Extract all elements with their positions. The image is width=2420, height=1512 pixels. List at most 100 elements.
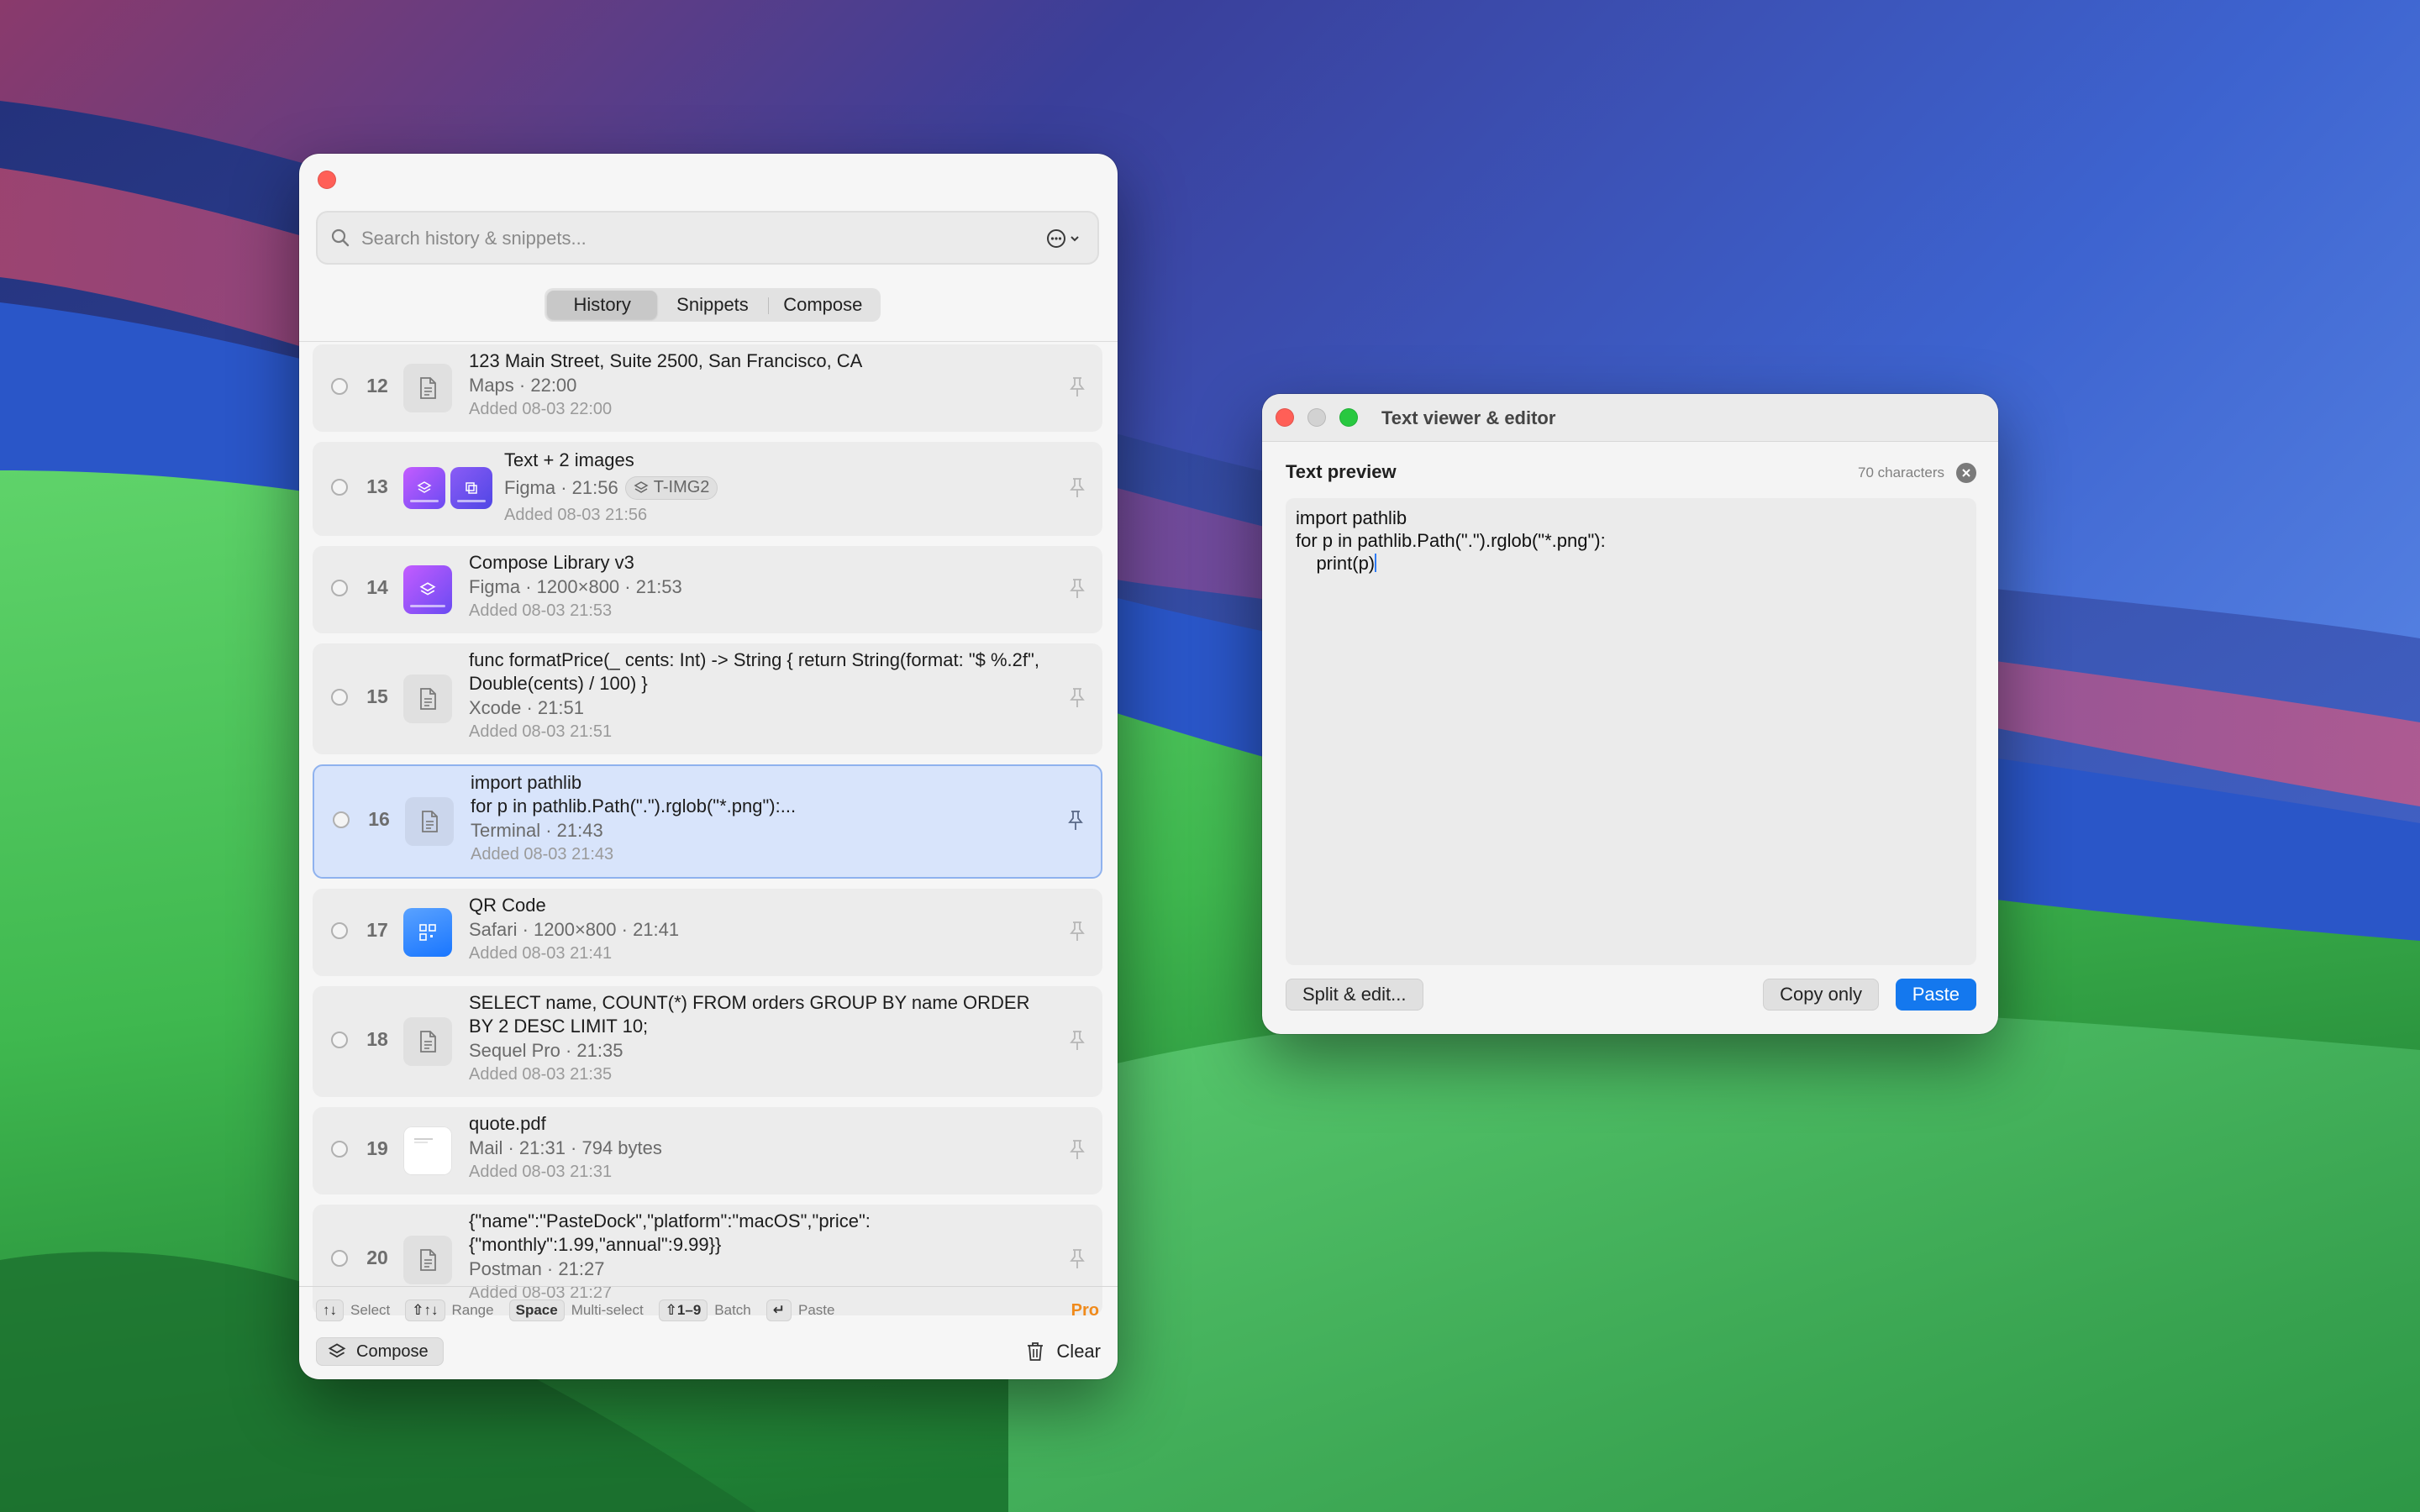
row-title-line1: import pathlib [471, 772, 582, 793]
chevron-down-icon [1071, 236, 1079, 242]
shortcut-key: ⇧↑↓ [405, 1299, 445, 1321]
row-number: 14 [366, 576, 388, 598]
row-meta: Xcode · 21:51 [469, 697, 584, 718]
shortcut-key: ↑↓ [316, 1299, 344, 1321]
shortcut-key: ⇧1–9 [658, 1299, 708, 1321]
row-title: {"name":"PasteDock","platform":"macOS","… [469, 1210, 871, 1255]
select-checkbox[interactable] [331, 689, 348, 706]
maximize-button[interactable] [1339, 408, 1358, 427]
section-title: Text preview [1286, 461, 1397, 482]
select-checkbox[interactable] [331, 1032, 348, 1048]
compose-button[interactable]: Compose [316, 1337, 444, 1366]
format-badge: T-IMG2 [624, 475, 718, 500]
tab-compose[interactable]: Compose [767, 291, 878, 319]
row-title: 123 Main Street, Suite 2500, San Francis… [469, 350, 863, 371]
minimize-button[interactable] [1307, 408, 1326, 427]
shortcut-label: Range [451, 1302, 494, 1318]
clear-text-button[interactable] [1956, 463, 1976, 483]
search-icon [331, 228, 350, 247]
copy-only-button[interactable]: Copy only [1763, 979, 1879, 1011]
row-meta: Postman · 21:27 [469, 1258, 605, 1279]
select-checkbox[interactable] [333, 811, 350, 828]
document-icon [403, 1017, 452, 1066]
editor-line: import pathlib [1296, 507, 1407, 528]
text-viewer-window: Text viewer & editor Text preview 70 cha… [1262, 394, 1998, 1034]
select-checkbox[interactable] [331, 1250, 348, 1267]
pin-icon[interactable] [1069, 578, 1086, 600]
pro-badge[interactable]: Pro [1071, 1301, 1099, 1320]
tab-history[interactable]: History [547, 291, 658, 319]
clear-button[interactable]: Clear [1026, 1336, 1101, 1367]
pin-icon[interactable] [1069, 687, 1086, 709]
row-added: Added 08-03 21:53 [469, 601, 613, 620]
history-row[interactable]: 19 quote.pdf Mail · 21:31 · 794 bytes Ad… [313, 1107, 1102, 1194]
text-editor[interactable]: import pathlib for p in pathlib.Path(".")… [1286, 498, 1976, 965]
row-meta: Terminal · 21:43 [471, 820, 603, 841]
editor-line: for p in pathlib.Path(".").rglob("*.png"… [1296, 530, 1606, 551]
select-checkbox[interactable] [331, 580, 348, 596]
select-checkbox[interactable] [331, 922, 348, 939]
image-thumbnail [450, 467, 492, 509]
row-title: quote.pdf [469, 1113, 546, 1134]
pin-icon[interactable] [1069, 477, 1086, 499]
character-count: 70 characters [1858, 465, 1944, 480]
row-number: 15 [366, 685, 388, 707]
pin-icon[interactable] [1069, 1139, 1086, 1161]
window-title: Text viewer & editor [1381, 407, 1556, 428]
row-meta: Sequel Pro · 21:35 [469, 1040, 623, 1061]
select-checkbox[interactable] [331, 1141, 348, 1158]
image-thumbnail [403, 565, 452, 614]
history-row[interactable]: 18 SELECT name, COUNT(*) FROM orders GRO… [313, 986, 1102, 1097]
paste-button[interactable]: Paste [1895, 979, 1976, 1011]
row-number: 12 [366, 375, 388, 396]
search-input[interactable] [360, 219, 1018, 258]
pin-icon[interactable] [1069, 1248, 1086, 1270]
shortcut-label: Select [350, 1302, 391, 1318]
row-meta: Mail · 21:31 · 794 bytes [469, 1137, 662, 1158]
history-row[interactable]: 15 func formatPrice(_ cents: Int) -> Str… [313, 643, 1102, 754]
row-added: Added 08-03 21:56 [504, 506, 648, 524]
row-title: SELECT name, COUNT(*) FROM orders GROUP … [469, 992, 1030, 1037]
select-checkbox[interactable] [331, 378, 348, 395]
document-icon [405, 797, 454, 846]
row-number: 16 [368, 808, 390, 830]
pin-icon[interactable] [1069, 376, 1086, 398]
close-button[interactable] [318, 171, 336, 189]
shortcut-label: Paste [798, 1302, 835, 1318]
row-added: Added 08-03 21:51 [469, 722, 613, 741]
history-row[interactable]: 14 Compose Library v3 Figma · 1200×800 ·… [313, 546, 1102, 633]
row-title: Text + 2 images [504, 449, 634, 470]
title-bar[interactable]: Text viewer & editor [1262, 394, 1998, 442]
history-row[interactable]: 12 123 Main Street, Suite 2500, San Fran… [313, 344, 1102, 432]
history-list[interactable]: 12 123 Main Street, Suite 2500, San Fran… [313, 344, 1106, 1379]
shortcut-label: Batch [714, 1302, 751, 1318]
shortcut-key: ↵ [765, 1299, 792, 1321]
layers-icon [328, 1343, 346, 1358]
row-meta: Figma · 21:56 T-IMG2 [504, 475, 1044, 500]
pin-icon[interactable] [1067, 810, 1084, 832]
row-title: QR Code [469, 895, 546, 916]
row-title: func formatPrice(_ cents: Int) -> String… [469, 649, 1039, 694]
pin-icon[interactable] [1069, 1030, 1086, 1052]
close-button[interactable] [1276, 408, 1294, 427]
row-number: 13 [366, 475, 388, 497]
history-row-selected[interactable]: 16 import pathlib for p in pathlib.Path(… [313, 764, 1102, 879]
image-thumbnail [403, 467, 445, 509]
row-title: Compose Library v3 [469, 552, 634, 573]
history-row[interactable]: 17 QR Code Safari · 1200×800 · 21:41 Add… [313, 889, 1102, 976]
row-meta: Figma · 1200×800 · 21:53 [469, 576, 682, 597]
select-checkbox[interactable] [331, 479, 348, 496]
row-meta: Maps · 22:00 [469, 375, 577, 396]
ellipsis-circle-icon [1047, 229, 1065, 248]
split-edit-button[interactable]: Split & edit... [1286, 979, 1423, 1011]
editor-line-with-caret: print(p) [1296, 553, 1377, 574]
row-added: Added 08-03 21:35 [469, 1065, 613, 1084]
tab-snippets[interactable]: Snippets [657, 291, 767, 319]
search-bar [316, 211, 1099, 265]
close-icon [1962, 469, 1970, 477]
compose-button-label: Compose [356, 1341, 429, 1361]
more-options-button[interactable] [1045, 228, 1081, 249]
document-icon [403, 1236, 452, 1284]
history-row[interactable]: 13 Text + 2 images Figma · 21:56 T-IMG2 [313, 442, 1102, 536]
pin-icon[interactable] [1069, 921, 1086, 942]
